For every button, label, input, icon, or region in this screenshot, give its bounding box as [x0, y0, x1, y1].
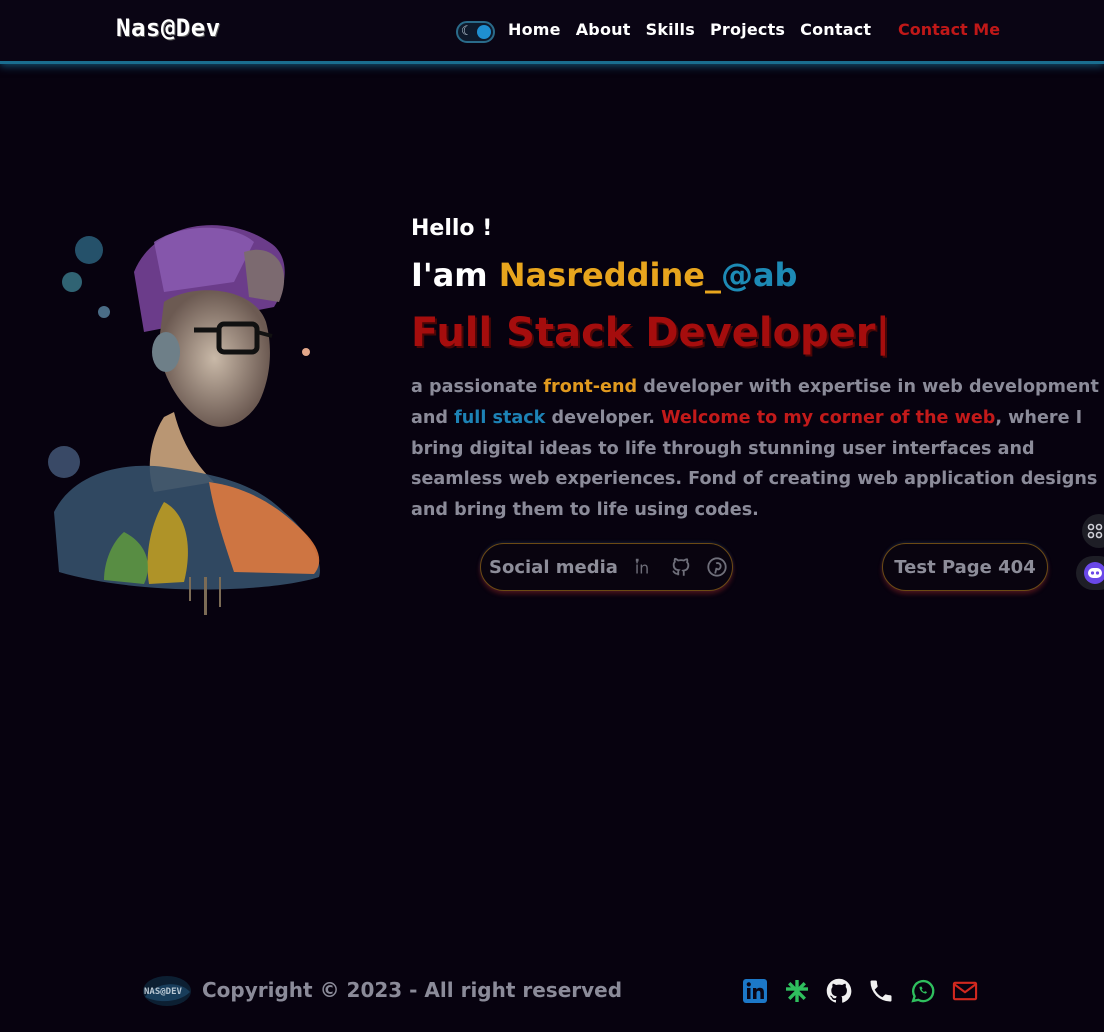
iam-text: I'am	[411, 256, 499, 294]
bio-highlight-frontend: front-end	[543, 377, 638, 397]
chatbot-widget-button[interactable]	[1076, 556, 1104, 590]
social-media-bar: Social media in	[480, 543, 733, 591]
nav-link-contact[interactable]: Contact	[800, 20, 871, 39]
bio-highlight-fullstack: full stack	[454, 407, 546, 428]
portrait-illustration	[48, 225, 320, 615]
theme-toggle[interactable]: ☾	[456, 21, 495, 43]
chatbot-icon	[1084, 562, 1104, 584]
navbar: Nas@Dev ☾ Home About Skills Projects Con…	[0, 0, 1104, 64]
handle-text: @ab	[720, 256, 798, 294]
linktree-icon[interactable]	[782, 976, 812, 1006]
toggle-knob	[477, 25, 491, 39]
copyright-text: Copyright © 2023 - All right reserved	[202, 978, 623, 1002]
apps-widget-button[interactable]	[1082, 514, 1104, 548]
linkedin-icon[interactable]	[740, 976, 770, 1006]
linkedin-icon[interactable]: in	[632, 554, 658, 580]
test-page-404-button[interactable]: Test Page 404	[882, 543, 1048, 591]
nav-links: Home About Skills Projects Contact	[508, 20, 871, 39]
github-icon[interactable]	[668, 554, 694, 580]
footer-contact-icons	[740, 976, 980, 1006]
role-title: Full Stack Developer|	[411, 310, 891, 356]
footer-logo[interactable]: NAS@DEV	[140, 972, 194, 1010]
nav-link-home[interactable]: Home	[508, 20, 561, 39]
nav-link-projects[interactable]: Projects	[710, 20, 785, 39]
svg-text:in: in	[635, 559, 649, 577]
bio-text: developer.	[545, 407, 662, 428]
name-text: Nasreddine_	[498, 256, 721, 294]
bio-paragraph: a passionate front-end developer with ex…	[411, 372, 1101, 526]
pinterest-icon[interactable]	[704, 554, 730, 580]
whatsapp-icon[interactable]	[908, 976, 938, 1006]
nav-link-skills[interactable]: Skills	[646, 20, 695, 39]
mail-icon[interactable]	[950, 976, 980, 1006]
github-icon[interactable]	[824, 976, 854, 1006]
moon-icon: ☾	[461, 24, 473, 39]
bio-text: a passionate	[411, 377, 544, 397]
svg-text:NAS@DEV: NAS@DEV	[144, 987, 183, 997]
bio-highlight-welcome: Welcome to my corner of the web	[661, 407, 996, 428]
intro-line: I'am Nasreddine_@ab	[411, 256, 797, 294]
social-media-label: Social media	[489, 556, 618, 578]
greeting: Hello !	[411, 216, 493, 241]
site-logo[interactable]: Nas@Dev	[116, 14, 221, 42]
grid-icon	[1087, 523, 1103, 539]
contact-me-button[interactable]: Contact Me	[898, 20, 1000, 39]
phone-icon[interactable]	[866, 976, 896, 1006]
nav-link-about[interactable]: About	[576, 20, 631, 39]
